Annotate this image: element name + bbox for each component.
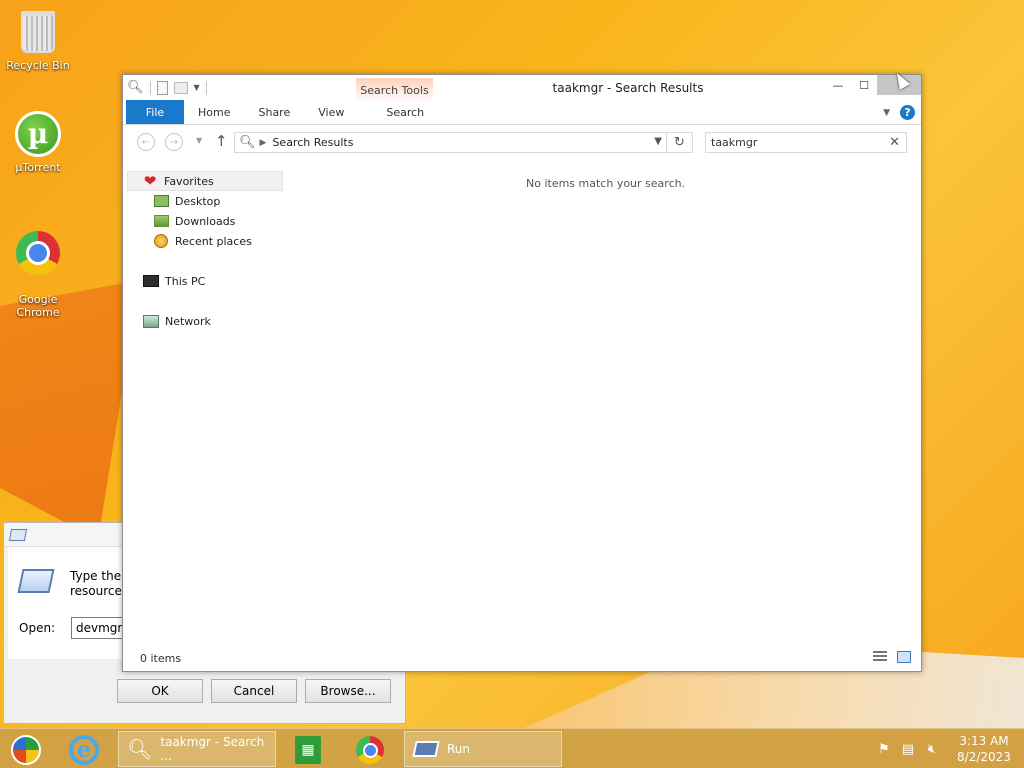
taskbar-button-label: taakmgr - Search ... — [160, 735, 265, 763]
nav-item-network[interactable]: Network — [127, 311, 283, 331]
item-count: 0 items — [140, 651, 182, 665]
search-value: taakmgr — [711, 136, 758, 149]
clock[interactable]: 3:13 AM 8/2/2023 — [944, 733, 1024, 765]
address-text: Search Results — [272, 136, 354, 149]
clock-date: 8/2/2023 — [957, 750, 1011, 764]
help-icon[interactable]: ? — [900, 105, 915, 120]
search-input[interactable]: taakmgr ✕ — [705, 132, 907, 153]
navigation-bar: ← → ▼ ↑ 🔍︎ ▶ Search Results ▼ ↻ taakmgr … — [123, 129, 921, 155]
nav-item-this-pc[interactable]: This PC — [127, 271, 283, 291]
window-title: taakmgr - Search Results — [552, 81, 704, 95]
downloads-folder-icon — [153, 214, 169, 228]
heart-icon: ❤ — [143, 172, 157, 190]
back-button[interactable]: ← — [137, 133, 155, 151]
network-icon — [143, 314, 159, 328]
ribbon-tabs: File Home Share View Search ▼ ? — [123, 100, 921, 125]
nav-item-favorites[interactable]: ❤ Favorites — [127, 171, 283, 191]
nav-item-desktop[interactable]: Desktop — [127, 191, 283, 211]
taskbar-explorer-window[interactable]: 🔍︎ taakmgr - Search ... — [118, 731, 276, 767]
tab-search[interactable]: Search — [372, 100, 438, 124]
taskbar-run-dialog[interactable]: Run — [404, 731, 562, 767]
search-icon: 🔍︎ — [127, 737, 153, 761]
large-icons-view-icon[interactable] — [897, 651, 911, 663]
status-bar: 0 items — [123, 645, 921, 671]
action-center-flag-icon[interactable]: ⚑ — [872, 742, 896, 757]
recycle-bin-icon — [14, 8, 62, 56]
taskbar-internet-explorer[interactable]: e — [58, 733, 110, 767]
store-icon: ▦ — [295, 736, 321, 764]
refresh-button[interactable]: ↻ — [667, 132, 693, 153]
nav-item-label: This PC — [165, 274, 206, 288]
run-browse-button[interactable]: Browse... — [305, 679, 391, 703]
desktop-icon-recycle-bin[interactable]: Recycle Bin — [0, 8, 76, 72]
tab-home[interactable]: Home — [184, 100, 244, 124]
expand-ribbon-icon[interactable]: ▼ — [883, 108, 890, 118]
recent-places-icon — [153, 234, 169, 248]
computer-icon — [143, 274, 159, 288]
taskbar-chrome[interactable] — [344, 733, 396, 767]
nav-item-label: Network — [165, 314, 211, 328]
tab-view[interactable]: View — [304, 100, 358, 124]
internet-explorer-icon: e — [69, 735, 99, 765]
maximize-button[interactable]: ☐ — [851, 75, 877, 95]
navigation-pane: ❤ Favorites Desktop Downloads Recent pla… — [127, 171, 283, 331]
desktop-icon-label: Google Chrome — [16, 293, 60, 319]
desktop-icon-chrome[interactable]: Google Chrome — [0, 216, 76, 332]
empty-results-message: No items match your search. — [526, 177, 686, 190]
taskbar: e 🔍︎ taakmgr - Search ... ▦ Run ⚑ ▤ 🔇︎ 3… — [0, 728, 1024, 768]
chevron-right-icon[interactable]: ▶ — [260, 138, 267, 148]
titlebar[interactable]: 🔍︎ ▼ Search Tools taakmgr - Search Resul… — [123, 75, 921, 122]
nav-item-label: Downloads — [175, 214, 236, 228]
minimize-button[interactable]: — — [825, 75, 851, 95]
network-status-icon[interactable]: ▤ — [896, 742, 920, 757]
run-cancel-button[interactable]: Cancel — [211, 679, 297, 703]
run-icon — [412, 736, 440, 762]
nav-item-label: Desktop — [175, 194, 221, 208]
nav-item-downloads[interactable]: Downloads — [127, 211, 283, 231]
nav-item-recent-places[interactable]: Recent places — [127, 231, 283, 251]
close-icon[interactable]: ✕ — [889, 135, 900, 150]
explorer-window: 🔍︎ ▼ Search Tools taakmgr - Search Resul… — [122, 74, 922, 672]
chrome-icon — [356, 736, 384, 764]
taskbar-button-label: Run — [447, 742, 471, 756]
chrome-icon — [14, 229, 62, 277]
run-open-label: Open: — [19, 621, 56, 635]
tab-share[interactable]: Share — [244, 100, 304, 124]
nav-item-label: Recent places — [175, 234, 252, 248]
run-icon — [8, 528, 28, 541]
forward-button[interactable]: → — [165, 133, 183, 151]
address-bar[interactable]: 🔍︎ ▶ Search Results ▼ — [234, 132, 667, 153]
run-ok-button[interactable]: OK — [117, 679, 203, 703]
up-button[interactable]: ↑ — [215, 133, 228, 149]
nav-item-label: Favorites — [164, 174, 214, 188]
desktop-icon-utorrent[interactable]: µ µTorrent — [0, 110, 76, 174]
details-view-icon[interactable] — [873, 651, 887, 663]
desktop-folder-icon — [153, 194, 169, 208]
tab-file[interactable]: File — [126, 100, 184, 124]
view-buttons — [873, 651, 911, 663]
media-center-icon — [11, 735, 41, 765]
volume-muted-icon[interactable]: 🔇︎ — [920, 742, 944, 757]
ribbon-right: ▼ ? — [883, 105, 915, 120]
utorrent-icon: µ — [14, 110, 62, 158]
taskbar-store[interactable]: ▦ — [282, 733, 334, 767]
desktop-icon-label: µTorrent — [15, 161, 61, 174]
recent-locations-icon[interactable]: ▼ — [196, 136, 202, 145]
desktop-icon-label: Recycle Bin — [6, 59, 70, 72]
run-icon — [17, 569, 55, 593]
taskbar-media-center[interactable] — [0, 733, 52, 767]
search-icon: 🔍︎ — [239, 135, 256, 150]
chevron-down-icon[interactable]: ▼ — [654, 136, 662, 147]
system-tray: ⚑ ▤ 🔇︎ 3:13 AM 8/2/2023 — [872, 729, 1024, 768]
clock-time: 3:13 AM — [959, 734, 1009, 748]
